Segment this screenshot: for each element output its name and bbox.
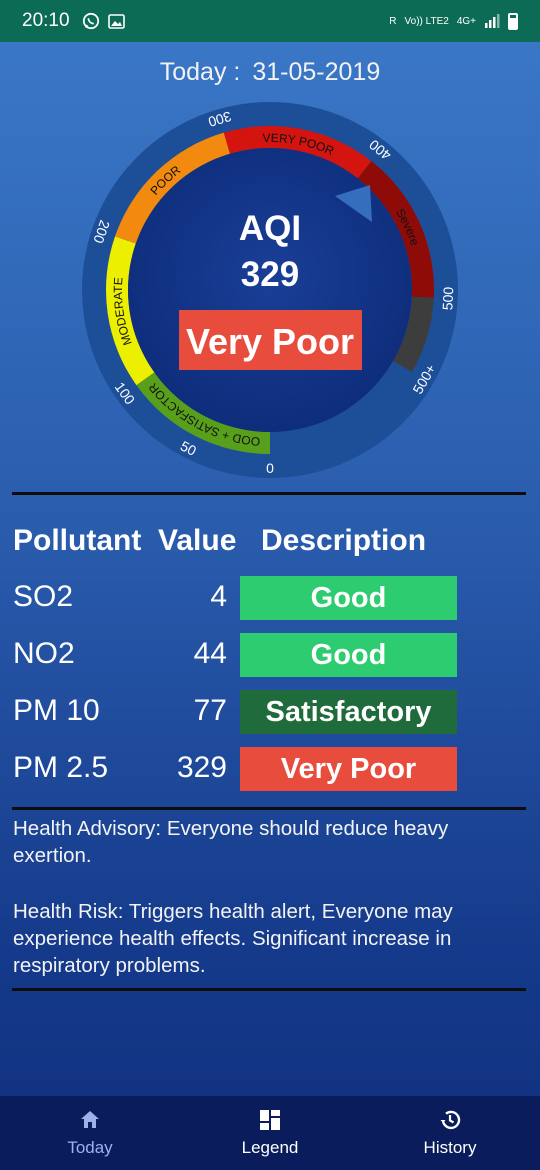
nav-legend[interactable]: Legend [180, 1096, 360, 1170]
health-advisory: Health Advisory: Everyone should reduce … [13, 817, 449, 867]
bottom-navigation: Today Legend History [0, 1096, 540, 1170]
aqi-gauge: GOOD + SATISFACTORYMODERATEPOORVERY POOR… [80, 100, 458, 478]
header-description: Description [261, 524, 427, 557]
table-row: PM 2.5 329 Very Poor [13, 747, 527, 793]
pollutant-name: NO2 [13, 637, 75, 670]
nav-today[interactable]: Today [0, 1096, 180, 1170]
nav-today-label: Today [67, 1138, 113, 1157]
home-icon [81, 1111, 99, 1128]
health-risk: Health Risk: Triggers health alert, Ever… [13, 900, 453, 977]
pollutant-name: PM 10 [13, 694, 100, 727]
nav-history-label: History [423, 1138, 477, 1157]
table-row: SO2 4 Good [13, 576, 527, 622]
divider-top [12, 492, 526, 495]
pollutant-value: 329 [176, 751, 227, 784]
pollutant-value: 4 [210, 580, 227, 613]
header-pollutant: Pollutant [13, 524, 142, 557]
aqi-value: 329 [241, 255, 299, 294]
pollutant-description: Good [240, 576, 457, 620]
status-bar: 20:10 R Vo)) LTE2 4G+ [0, 0, 540, 42]
status-left-icons [82, 12, 125, 30]
whatsapp-icon [82, 12, 99, 30]
date-header: Today : 31-05-2019 [0, 58, 540, 87]
aqi-title: AQI [239, 209, 301, 248]
pollutant-value: 77 [193, 694, 227, 727]
history-icon [440, 1110, 461, 1130]
table-row: PM 10 77 Satisfactory [13, 690, 527, 736]
today-date: 31-05-2019 [252, 58, 381, 86]
pollutant-value: 44 [193, 637, 227, 670]
nav-history[interactable]: History [360, 1096, 540, 1170]
nav-legend-label: Legend [241, 1138, 299, 1157]
table-row: NO2 44 Good [13, 633, 527, 679]
status-right-icons: R Vo)) LTE2 4G+ [389, 12, 518, 30]
header-value: Value [158, 524, 237, 557]
volte-indicator: Vo)) LTE2 [404, 15, 449, 27]
aqi-category-label: Very Poor [186, 321, 354, 362]
battery-icon [508, 12, 518, 30]
image-icon [107, 13, 125, 29]
pollutant-name: SO2 [13, 580, 74, 613]
divider-middle [12, 807, 526, 810]
gauge-tick-label: 0 [266, 460, 274, 476]
gauge-tick-label: 500 [439, 286, 456, 310]
pollutant-description: Very Poor [240, 747, 457, 791]
status-time: 20:10 [22, 10, 70, 31]
pollutant-description: Good [240, 633, 457, 677]
signal-icon [485, 14, 500, 28]
pollutant-name: PM 2.5 [13, 751, 109, 784]
network-type-indicator: 4G+ [456, 15, 476, 27]
table-header: Pollutant Value Description [13, 524, 527, 564]
roaming-indicator: R [389, 15, 397, 27]
pollutant-description: Satisfactory [240, 690, 457, 734]
dashboard-icon [260, 1110, 280, 1130]
today-label: Today : [159, 58, 241, 86]
divider-bottom [12, 988, 526, 991]
